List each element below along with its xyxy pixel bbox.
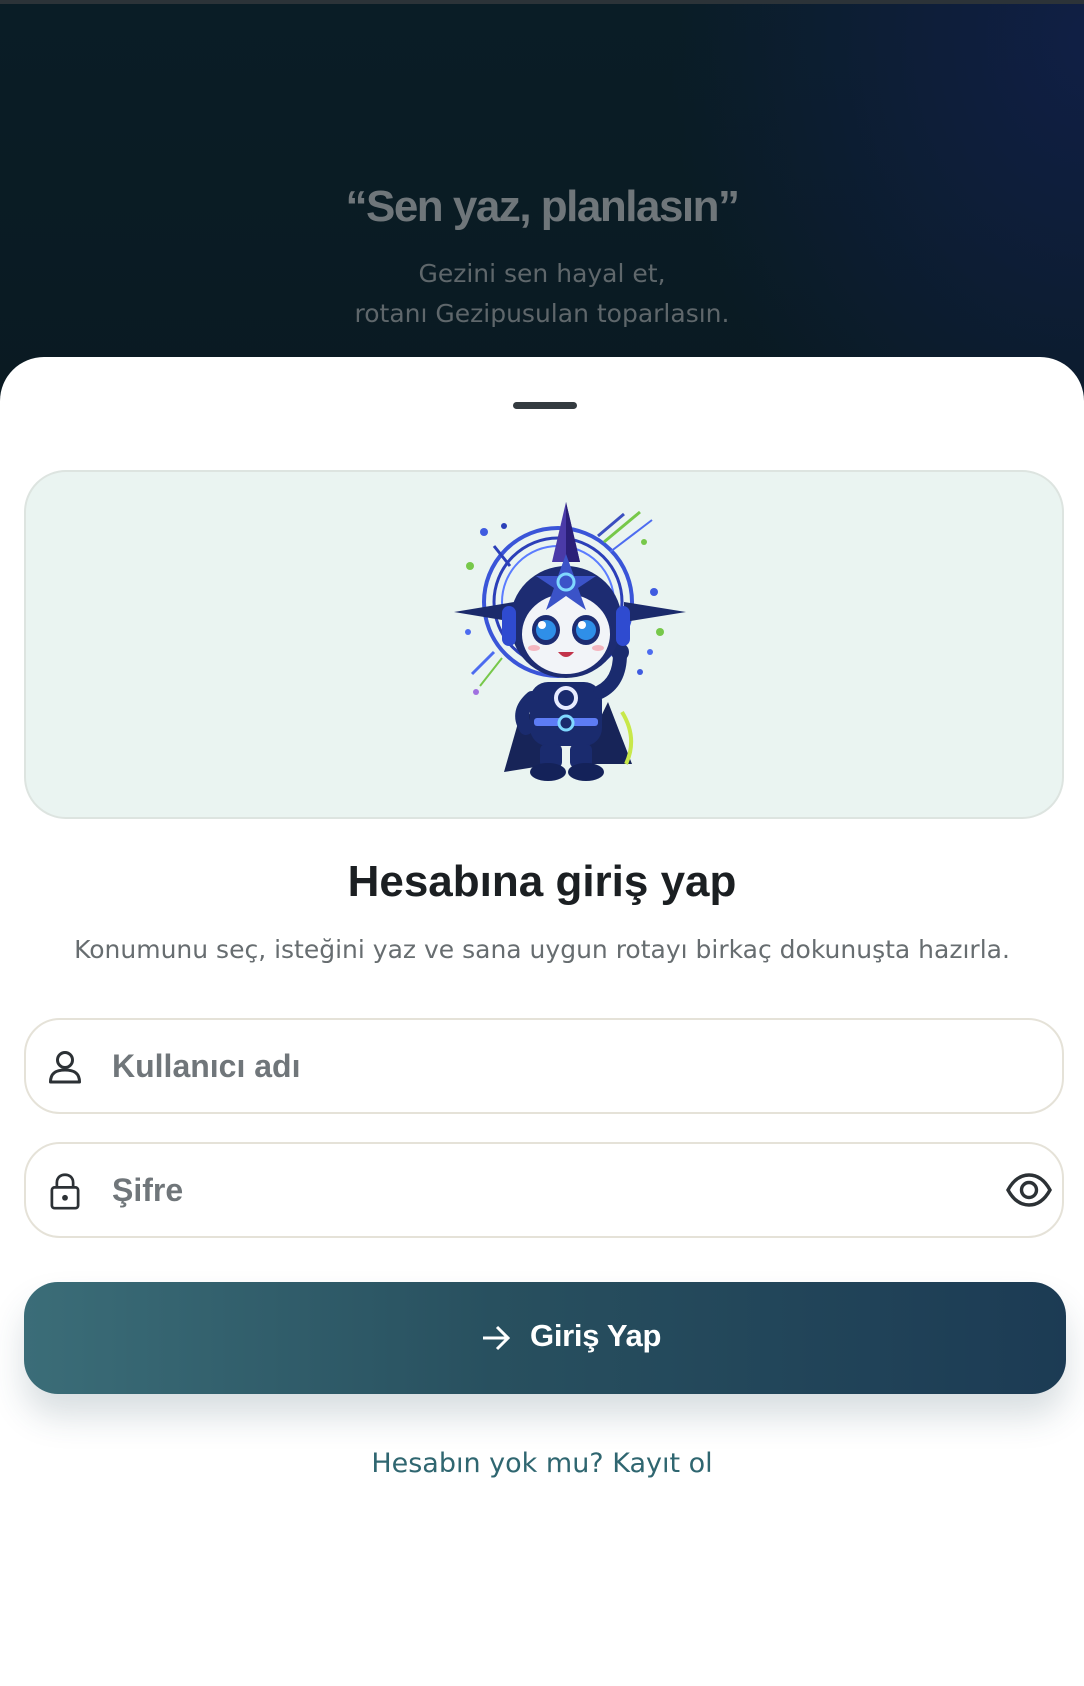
- register-link[interactable]: Hesabın yok mu? Kayıt ol: [0, 1448, 1084, 1479]
- mascot-card: [24, 470, 1064, 819]
- username-field-container[interactable]: [24, 1018, 1064, 1114]
- compass-mascot-illustration: [454, 502, 686, 781]
- login-button[interactable]: Giriş Yap: [24, 1282, 1066, 1394]
- username-input[interactable]: [112, 1036, 932, 1096]
- lock-icon: [50, 1173, 80, 1210]
- login-subtitle: Konumunu seç, isteğini yaz ve sana uygun…: [74, 935, 1010, 964]
- password-field-container[interactable]: [24, 1142, 1064, 1238]
- top-edge-bar: [0, 0, 1084, 4]
- sheet-drag-handle[interactable]: [513, 402, 577, 409]
- hero-quote: “Sen yaz, planlasın”: [345, 182, 740, 231]
- password-input[interactable]: [112, 1160, 932, 1220]
- login-bottom-sheet: Hesabına giriş yap Konumunu seç, isteğin…: [0, 357, 1084, 1686]
- eye-icon[interactable]: [1006, 1170, 1052, 1210]
- hero-subtitle-line-2: rotanı Gezipusulan toparlasın.: [354, 299, 730, 328]
- arrow-right-icon: [483, 1325, 511, 1351]
- login-button-label: Giriş Yap: [530, 1318, 662, 1353]
- hero-subtitle-line-1: Gezini sen hayal et,: [418, 259, 666, 288]
- login-title: Hesabına giriş yap: [347, 857, 737, 906]
- user-icon: [49, 1051, 81, 1084]
